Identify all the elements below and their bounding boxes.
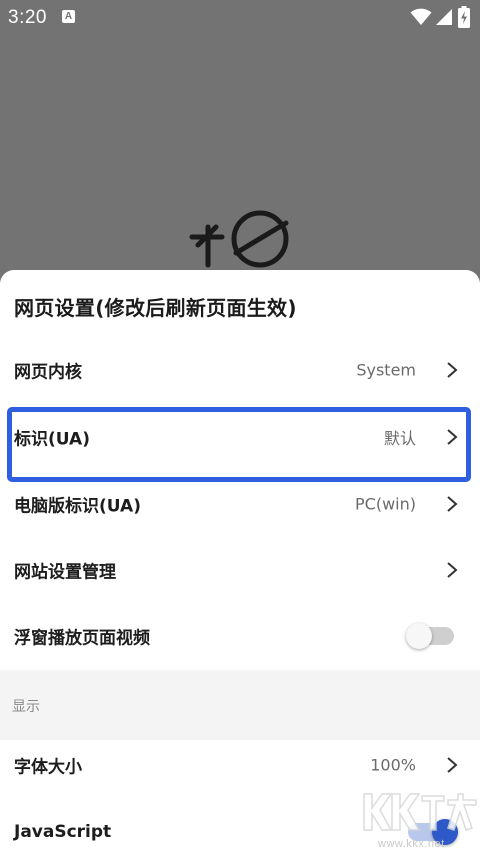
toggle-knob: [406, 623, 432, 649]
row-label: 网站设置管理: [14, 562, 116, 583]
floating-video-toggle[interactable]: [406, 623, 454, 649]
cell-signal-icon: [436, 9, 452, 25]
row-web-kernel[interactable]: 网页内核 System: [0, 337, 480, 403]
kk-download-watermark-logo: [363, 793, 477, 831]
row-label: JavaScript: [14, 822, 112, 842]
chevron-right-icon: [447, 362, 458, 378]
row-value: 100%: [370, 755, 416, 775]
highlight-box: [7, 407, 471, 482]
status-bar: 3:20 A: [0, 0, 480, 34]
battery-charging-icon: [458, 6, 470, 28]
row-floating-video: 浮窗播放页面视频: [0, 603, 480, 669]
web-settings-sheet: 网页设置(修改后刷新页面生效) 网页内核 System 标识(UA) 默认 电脑…: [0, 270, 480, 854]
row-label: 浮窗播放页面视频: [14, 628, 150, 649]
row-value: PC(win): [355, 494, 416, 514]
wifi-icon: [410, 8, 432, 25]
row-label: 电脑版标识(UA): [14, 496, 141, 517]
row-label: 字体大小: [14, 757, 82, 778]
row-site-settings[interactable]: 网站设置管理: [0, 537, 480, 603]
status-time: 3:20: [8, 7, 47, 28]
notification-a-icon: A: [62, 10, 75, 23]
chevron-right-icon: [447, 562, 458, 578]
chevron-right-icon: [447, 496, 458, 512]
section-label: 显示: [12, 699, 40, 715]
background-logo-icon: [189, 210, 289, 268]
row-font-size[interactable]: 字体大小 100%: [0, 732, 480, 798]
section-header-display: 显示: [0, 670, 480, 740]
chevron-right-icon: [447, 757, 458, 773]
row-label: 网页内核: [14, 362, 82, 383]
row-value: System: [356, 360, 416, 380]
sheet-title: 网页设置(修改后刷新页面生效): [14, 296, 297, 320]
watermark-text: www.kkx.net: [378, 838, 445, 850]
